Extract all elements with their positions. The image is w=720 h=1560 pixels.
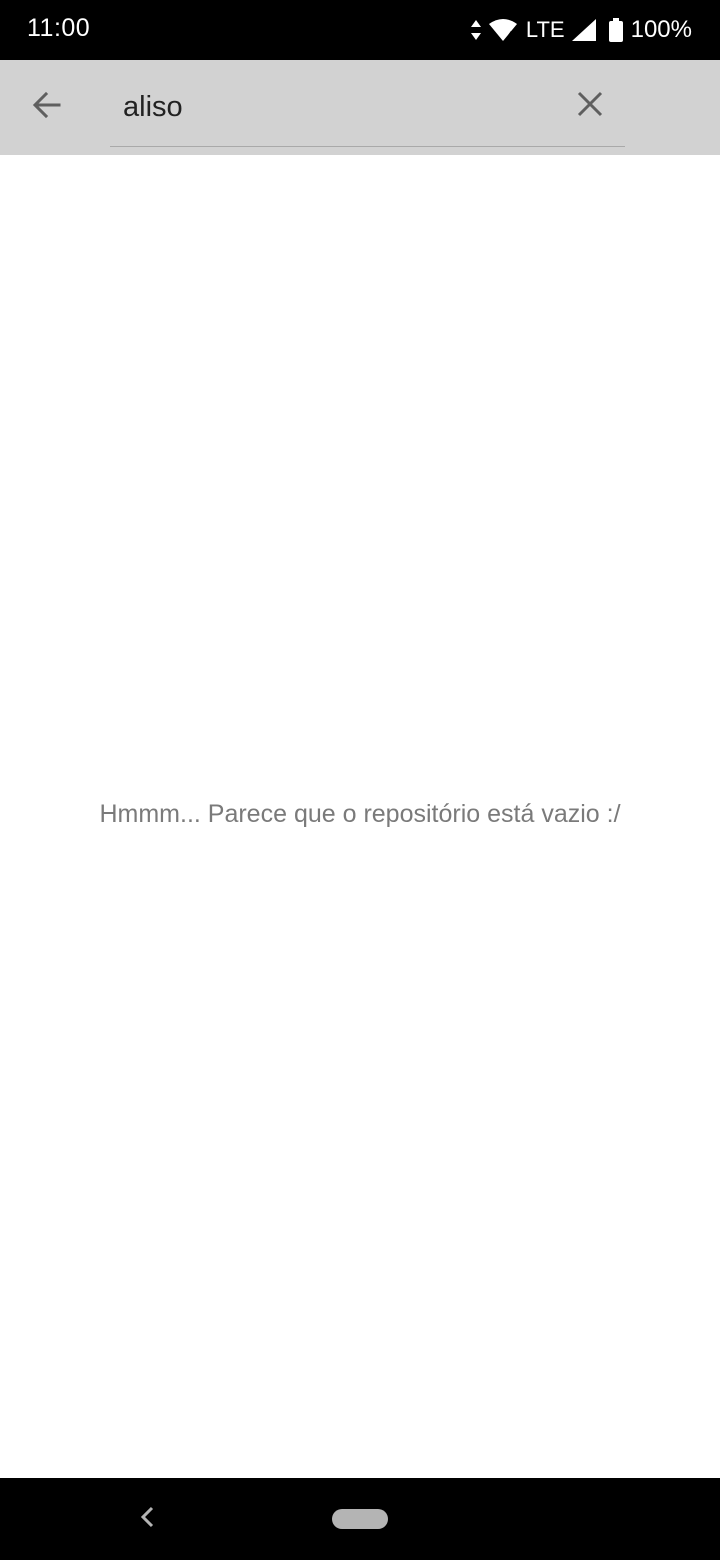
wifi-icon: 4	[488, 18, 518, 42]
status-time: 11:00	[27, 14, 91, 42]
data-arrows-icon	[470, 18, 482, 42]
arrow-back-icon	[31, 89, 63, 126]
svg-text:4: 4	[507, 29, 514, 42]
status-icons: 4 LTE 100%	[470, 12, 692, 48]
back-button[interactable]	[18, 78, 76, 136]
battery-percentage: 100%	[630, 16, 692, 43]
nav-back-button[interactable]	[126, 1498, 168, 1540]
signal-icon	[571, 18, 597, 42]
search-input[interactable]	[110, 80, 553, 134]
status-bar: 11:00 4 LTE 100%	[0, 0, 720, 60]
search-app-bar	[0, 60, 720, 155]
battery-icon	[608, 18, 623, 42]
navigation-bar	[0, 1478, 720, 1560]
clear-search-button[interactable]	[562, 78, 618, 134]
home-pill-button[interactable]	[332, 1509, 388, 1529]
chevron-left-icon	[138, 1505, 156, 1534]
close-icon	[577, 91, 603, 122]
search-underline	[110, 146, 625, 147]
empty-state-message: Hmmm... Parece que o repositório está va…	[99, 800, 621, 828]
network-type: LTE	[525, 17, 565, 42]
